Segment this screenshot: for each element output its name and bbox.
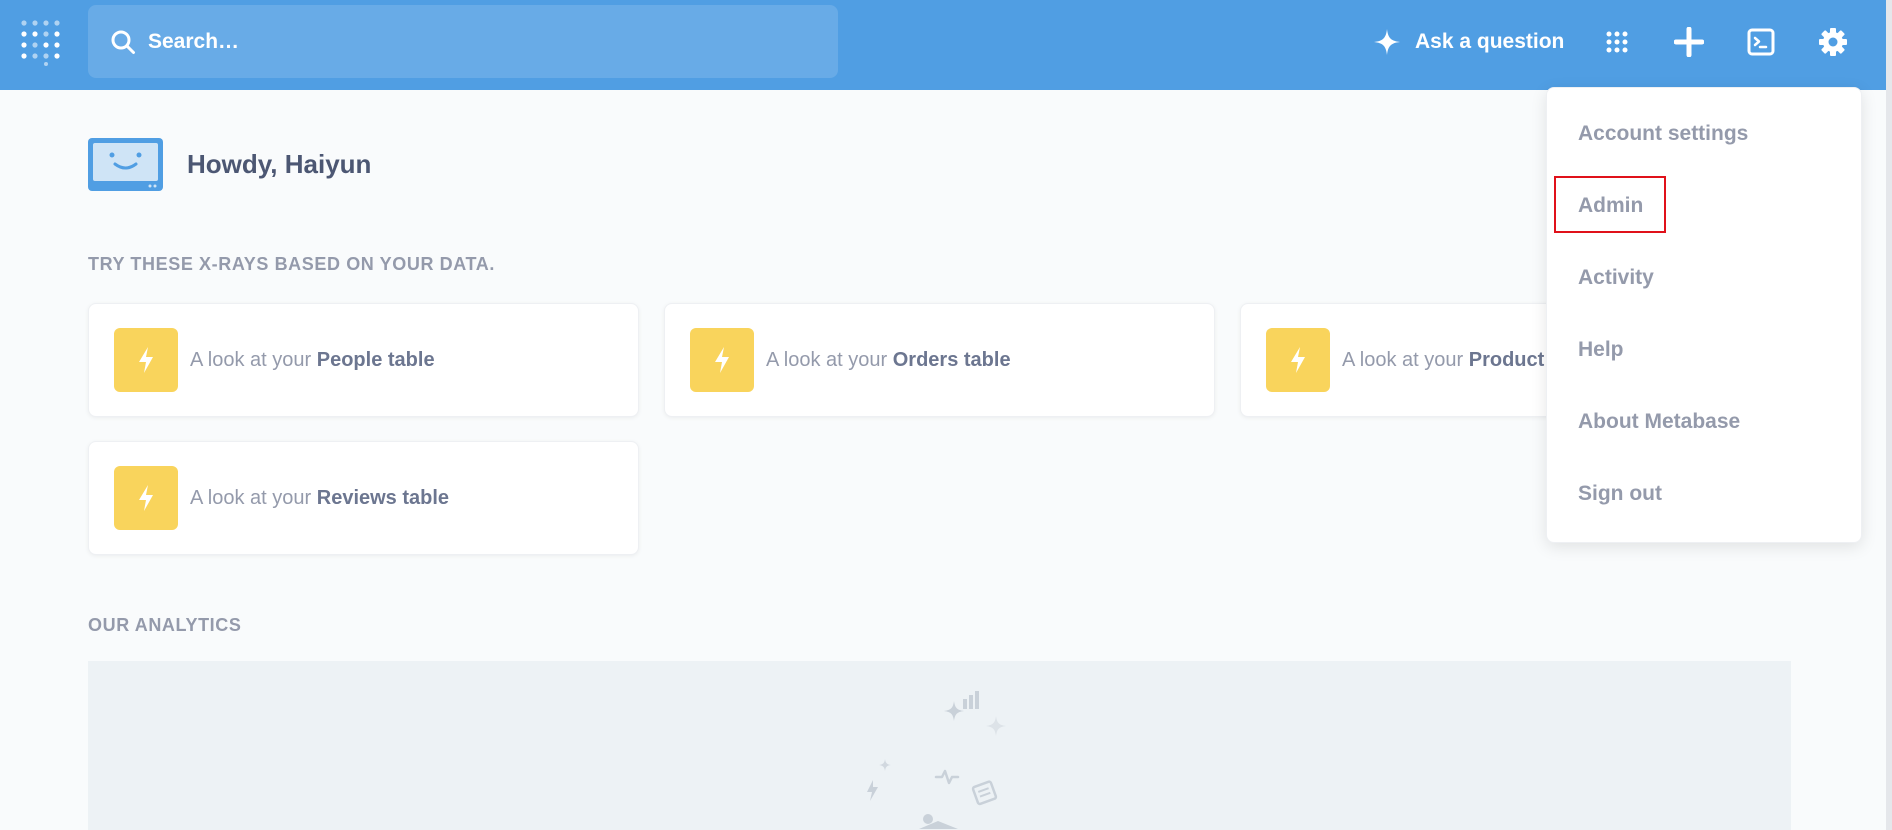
menu-item-sign-out[interactable]: Sign out (1578, 482, 1662, 506)
xray-card-people[interactable]: A look at your People table (88, 303, 639, 417)
xray-card-label: A look at your Reviews table (190, 486, 450, 509)
apps-grid-icon[interactable] (1597, 22, 1637, 62)
plus-icon[interactable] (1669, 22, 1709, 62)
sparkle-icon (1374, 29, 1400, 55)
ask-question-label: Ask a question (1415, 30, 1565, 53)
greeting-heading: Howdy, Haiyun (187, 149, 372, 179)
xray-card-label: A look at your Orders table (766, 348, 1011, 371)
page-scrollbar[interactable] (1886, 0, 1892, 830)
ask-question-button[interactable]: Ask a question (1373, 22, 1564, 62)
bolt-icon (1266, 328, 1330, 392)
xrays-section-title: TRY THESE X-RAYS BASED ON YOUR DATA. (88, 254, 495, 274)
top-navbar: Ask a question (0, 0, 1892, 90)
xray-card-reviews[interactable]: A look at your Reviews table (88, 441, 639, 555)
search-icon (111, 30, 135, 54)
settings-dropdown-menu: Account settings Admin Activity Help Abo… (1546, 87, 1862, 543)
search-input[interactable] (148, 29, 748, 54)
search-bar[interactable] (88, 5, 838, 78)
menu-item-activity[interactable]: Activity (1578, 266, 1654, 290)
xray-card-label: A look at your People table (190, 348, 435, 371)
analytics-empty-state (88, 661, 1791, 830)
menu-item-account-settings[interactable]: Account settings (1578, 122, 1748, 146)
menu-item-about-metabase[interactable]: About Metabase (1578, 410, 1740, 434)
xray-card-orders[interactable]: A look at your Orders table (664, 303, 1215, 417)
xray-card-label: A look at your Product (1342, 348, 1545, 371)
admin-highlight-box (1554, 176, 1666, 233)
menu-item-help[interactable]: Help (1578, 338, 1624, 362)
metabot-icon (88, 138, 163, 191)
gear-icon[interactable] (1813, 22, 1853, 62)
bolt-icon (114, 466, 178, 530)
metabase-logo-icon[interactable] (20, 18, 62, 66)
empty-collection-illustration-icon (867, 691, 1006, 829)
bolt-icon (690, 328, 754, 392)
analytics-section-title: OUR ANALYTICS (88, 615, 242, 635)
bolt-icon (114, 328, 178, 392)
terminal-icon[interactable] (1741, 22, 1781, 62)
